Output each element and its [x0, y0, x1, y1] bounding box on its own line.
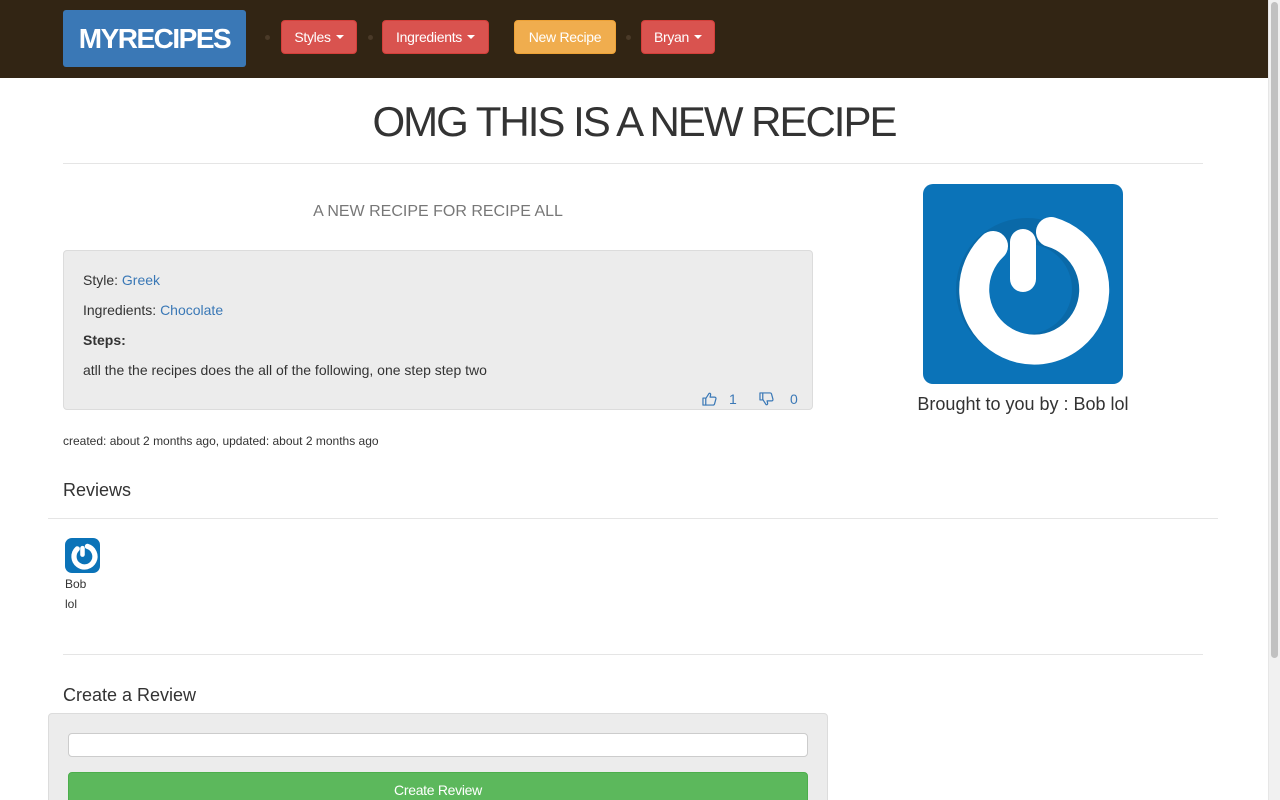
recipe-details: Style: Greek Ingredients: Chocolate Step… [63, 250, 813, 410]
power-logo-icon [956, 217, 1110, 365]
ingredients-label: Ingredients: [83, 302, 157, 318]
caret-down-icon [335, 35, 344, 39]
user-dropdown-button[interactable]: Bryan [641, 20, 715, 54]
power-logo-icon [71, 543, 98, 570]
recipe-description: A NEW RECIPE FOR RECIPE ALL [313, 203, 563, 220]
reviews-heading: Reviews [63, 480, 132, 500]
styles-dropdown-button[interactable]: Styles [281, 20, 357, 54]
scrollbar-thumb[interactable] [1271, 2, 1278, 658]
dislike-count: 0 [790, 391, 798, 407]
nav-divider [626, 35, 631, 40]
divider [48, 518, 1218, 519]
ingredients-dropdown-button[interactable]: Ingredients [382, 20, 489, 54]
nav-divider [265, 35, 270, 40]
chef-avatar[interactable] [923, 184, 1123, 384]
reviewer-last-name[interactable]: lol [65, 597, 77, 611]
like-count: 1 [729, 391, 737, 407]
navbar: MYRECIPES Styles Ingredients New Recipe … [0, 0, 1268, 78]
divider [63, 654, 1203, 655]
style-row: Style: Greek [83, 272, 160, 288]
ingredients-label: Ingredients [396, 29, 462, 45]
create-review-heading: Create a Review [63, 685, 197, 705]
ingredients-row: Ingredients: Chocolate [83, 302, 223, 318]
user-label: Bryan [653, 29, 690, 45]
style-link[interactable]: Greek [122, 272, 160, 288]
ingredient-link[interactable]: Chocolate [160, 302, 223, 318]
create-review-button[interactable]: Create Review [68, 772, 808, 800]
reviewer-avatar[interactable] [65, 538, 100, 573]
reviewer-first-name[interactable]: Bob [65, 577, 86, 591]
like-button[interactable]: 1 [702, 391, 737, 407]
styles-label: Styles [294, 29, 331, 45]
nav-divider [368, 35, 373, 40]
caret-down-icon [694, 35, 703, 39]
review-body-input[interactable] [68, 733, 808, 757]
steps-label: Steps: [83, 332, 126, 348]
recipe-title: OMG THIS IS A NEW RECIPE [372, 98, 898, 145]
brand-logo[interactable]: MYRECIPES [63, 10, 246, 67]
thumbs-up-icon [702, 392, 717, 406]
style-label: Style: [83, 272, 119, 288]
new-recipe-label: New Recipe [528, 29, 602, 45]
thumbs-down-icon [759, 392, 774, 406]
divider [63, 163, 1203, 164]
recipe-timestamps: created: about 2 months ago, updated: ab… [63, 434, 379, 448]
steps-text: atll the the recipes does the all of the… [83, 362, 487, 378]
chef-byline: Brought to you by : Bob lol [917, 394, 1129, 414]
dislike-button[interactable]: 0 [759, 391, 798, 407]
vertical-scrollbar[interactable] [1268, 0, 1280, 800]
new-recipe-button[interactable]: New Recipe [514, 20, 616, 54]
caret-down-icon [466, 35, 475, 39]
